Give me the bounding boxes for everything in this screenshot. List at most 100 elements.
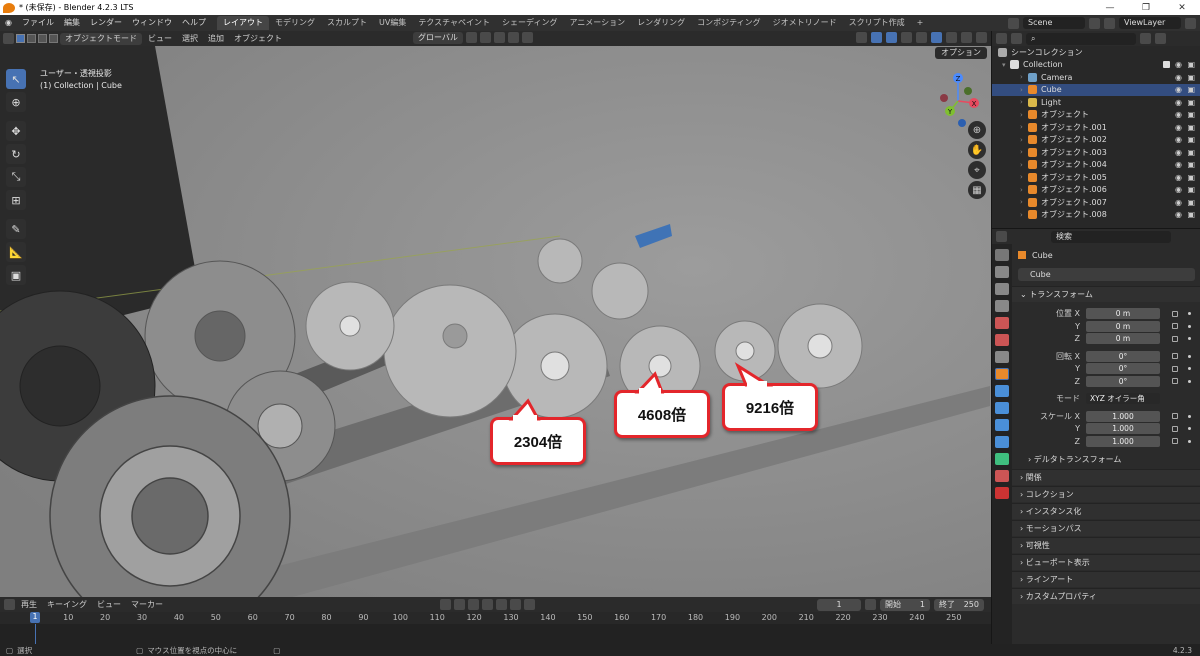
collection-checkbox[interactable] xyxy=(1163,61,1170,69)
keyframe-dot-icon[interactable] xyxy=(1188,354,1191,358)
expand-arrow-icon[interactable]: › xyxy=(1020,148,1028,156)
output-tab-icon[interactable] xyxy=(995,283,1009,295)
keyframe-dot-icon[interactable] xyxy=(1188,379,1191,383)
outliner-item[interactable]: › オブジェクト.005 ◉ ▣ xyxy=(992,171,1200,184)
current-frame-field[interactable]: 1 xyxy=(817,598,861,611)
lock-icon[interactable] xyxy=(1172,335,1178,342)
render-camera-icon[interactable]: ▣ xyxy=(1187,60,1195,69)
eye-icon[interactable]: ◉ xyxy=(1175,98,1182,107)
render-camera-icon[interactable]: ▣ xyxy=(1187,135,1195,144)
collapse-arrow-icon[interactable]: ▾ xyxy=(1002,61,1010,69)
outliner-item[interactable]: › Light ◉ ▣ xyxy=(992,96,1200,109)
jump-end-icon[interactable] xyxy=(524,599,535,610)
scene-collection-row[interactable]: シーンコレクション xyxy=(992,46,1200,59)
tool-tab-icon[interactable] xyxy=(995,249,1009,261)
expand-arrow-icon[interactable]: › xyxy=(1020,211,1028,219)
scene-selector[interactable]: Scene xyxy=(1023,17,1085,29)
timeline-track[interactable] xyxy=(0,624,991,644)
menu-window[interactable]: ウィンドウ xyxy=(127,15,177,31)
property-panel-header[interactable]: › 可視性 xyxy=(1012,537,1200,553)
outliner-item[interactable]: › オブジェクト.008 ◉ ▣ xyxy=(992,209,1200,222)
workspace-tab-rendering[interactable]: レンダリング xyxy=(631,16,691,30)
timeline-menu-marker[interactable]: マーカー xyxy=(127,599,167,610)
outliner-item[interactable]: › Camera ◉ ▣ xyxy=(992,71,1200,84)
property-panel-header[interactable]: › コレクション xyxy=(1012,486,1200,502)
add-workspace-button[interactable]: + xyxy=(911,16,930,30)
outliner-item[interactable]: › オブジェクト.002 ◉ ▣ xyxy=(992,134,1200,147)
eye-icon[interactable]: ◉ xyxy=(1175,185,1182,194)
render-camera-icon[interactable]: ▣ xyxy=(1187,85,1195,94)
eye-icon[interactable]: ◉ xyxy=(1175,160,1182,169)
render-camera-icon[interactable]: ▣ xyxy=(1187,198,1195,207)
eye-icon[interactable]: ◉ xyxy=(1175,73,1182,82)
jump-start-icon[interactable] xyxy=(454,599,465,610)
modifier-tab-icon[interactable] xyxy=(995,385,1009,397)
workspace-tab-geometry-nodes[interactable]: ジオメトリノード xyxy=(767,16,843,30)
outliner-editor-type-icon[interactable] xyxy=(996,33,1007,44)
location-z-field[interactable]: 0 m xyxy=(1086,333,1160,344)
rotation-mode-select[interactable]: XYZ オイラー角 xyxy=(1086,393,1160,404)
timeline-editor-type-icon[interactable] xyxy=(4,599,15,610)
scale-x-field[interactable]: 1.000 xyxy=(1086,410,1160,422)
property-panel-header[interactable]: › ラインアート xyxy=(1012,571,1200,587)
blender-menu-icon[interactable]: ◉ xyxy=(0,15,17,31)
menu-help[interactable]: ヘルプ xyxy=(177,15,211,31)
minimize-button[interactable]: — xyxy=(1092,3,1128,13)
eye-icon[interactable]: ◉ xyxy=(1175,198,1182,207)
keyframe-dot-icon[interactable] xyxy=(1188,337,1191,340)
menu-edit[interactable]: 編集 xyxy=(59,15,85,31)
eye-icon[interactable]: ◉ xyxy=(1175,110,1182,119)
location-x-field[interactable]: 0 m xyxy=(1086,308,1160,319)
keyframe-dot-icon[interactable] xyxy=(1188,367,1191,370)
keyframe-dot-icon[interactable] xyxy=(1188,439,1191,443)
prev-keyframe-icon[interactable] xyxy=(468,599,479,610)
lock-icon[interactable] xyxy=(1172,365,1178,372)
workspace-tab-scripting[interactable]: スクリプト作成 xyxy=(843,16,911,30)
next-keyframe-icon[interactable] xyxy=(510,599,521,610)
workspace-tab-shading[interactable]: シェーディング xyxy=(496,16,563,30)
keyframe-dot-icon[interactable] xyxy=(1188,427,1191,430)
rotation-x-field[interactable]: 0° xyxy=(1086,350,1160,362)
eye-icon[interactable]: ◉ xyxy=(1175,60,1182,69)
constraints-tab-icon[interactable] xyxy=(995,436,1009,448)
expand-arrow-icon[interactable]: › xyxy=(1020,111,1028,119)
outliner-item[interactable]: › オブジェクト.003 ◉ ▣ xyxy=(992,146,1200,159)
current-frame-marker[interactable]: 1 xyxy=(30,612,40,623)
delta-transform-header[interactable]: › デルタトランスフォーム xyxy=(1012,452,1200,468)
expand-arrow-icon[interactable]: › xyxy=(1020,173,1028,181)
expand-arrow-icon[interactable]: › xyxy=(1020,186,1028,194)
render-camera-icon[interactable]: ▣ xyxy=(1187,98,1195,107)
render-camera-icon[interactable]: ▣ xyxy=(1187,160,1195,169)
texture-tab-icon[interactable] xyxy=(995,487,1009,499)
display-mode-icon[interactable] xyxy=(1011,33,1022,44)
object-name-field[interactable]: Cube xyxy=(1018,268,1195,281)
outliner-item[interactable]: › オブジェクト ◉ ▣ xyxy=(992,109,1200,122)
collection-row[interactable]: ▾ Collection ◉ ▣ xyxy=(992,59,1200,72)
eye-icon[interactable]: ◉ xyxy=(1175,210,1182,219)
eye-icon[interactable]: ◉ xyxy=(1175,123,1182,132)
scene-tab-icon[interactable] xyxy=(995,317,1009,329)
transform-panel-header[interactable]: ⌄ トランスフォーム xyxy=(1012,286,1200,302)
outliner-search-input[interactable]: ⌕ xyxy=(1026,32,1136,45)
expand-arrow-icon[interactable]: › xyxy=(1020,98,1028,106)
timeline-menu-playback[interactable]: 再生 xyxy=(17,599,41,610)
expand-arrow-icon[interactable]: › xyxy=(1020,73,1028,81)
lock-icon[interactable] xyxy=(1172,413,1178,419)
timeline-menu-view[interactable]: ビュー xyxy=(93,599,125,610)
filter-icon[interactable] xyxy=(1140,33,1151,44)
expand-arrow-icon[interactable]: › xyxy=(1020,161,1028,169)
lock-icon[interactable] xyxy=(1172,353,1178,359)
eye-icon[interactable]: ◉ xyxy=(1175,135,1182,144)
render-camera-icon[interactable]: ▣ xyxy=(1187,185,1195,194)
render-camera-icon[interactable]: ▣ xyxy=(1187,73,1195,82)
timeline-menu-keying[interactable]: キーイング xyxy=(43,599,91,610)
render-camera-icon[interactable]: ▣ xyxy=(1187,123,1195,132)
record-icon[interactable] xyxy=(440,599,451,610)
lock-icon[interactable] xyxy=(1172,310,1178,317)
new-view-layer-icon[interactable] xyxy=(1185,17,1196,29)
view-layer-icon[interactable] xyxy=(1104,17,1115,29)
maximize-button[interactable]: ❐ xyxy=(1128,3,1164,13)
property-panel-header[interactable]: › 関係 xyxy=(1012,469,1200,485)
lock-icon[interactable] xyxy=(1172,323,1178,329)
property-panel-header[interactable]: › カスタムプロパティ xyxy=(1012,588,1200,604)
